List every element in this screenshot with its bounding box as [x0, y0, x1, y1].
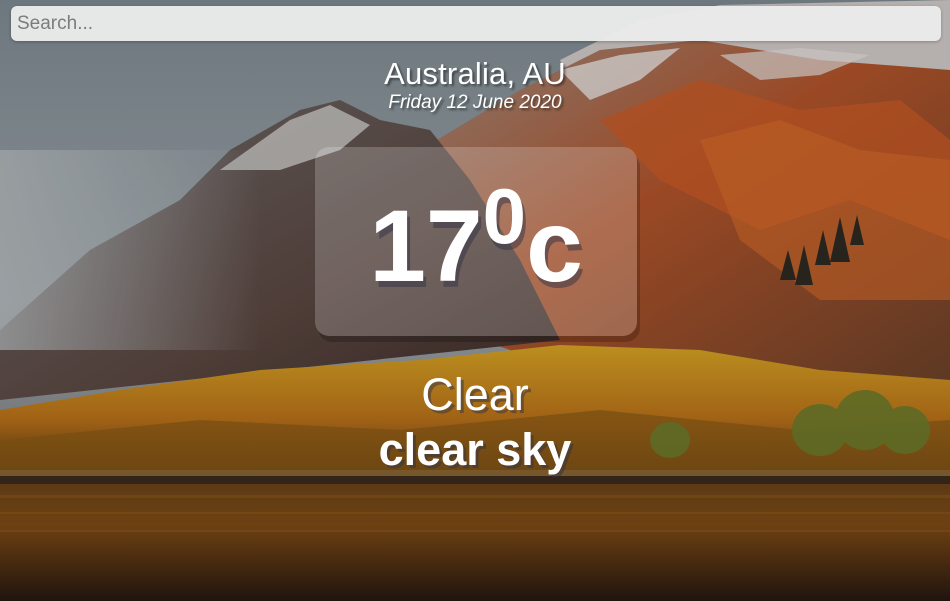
weather-app: Australia, AU Friday 12 June 2020 170c C…	[0, 0, 950, 601]
weather-description: clear sky	[378, 424, 572, 475]
temperature-unit: c	[526, 188, 583, 303]
temperature-display: 170c	[369, 177, 583, 297]
temperature-card: 170c	[315, 147, 637, 336]
current-date: Friday 12 June 2020	[388, 92, 562, 113]
search-bar	[11, 6, 941, 41]
degree-symbol: 0	[482, 171, 527, 260]
location-name: Australia, AU	[384, 56, 566, 91]
search-input[interactable]	[11, 6, 941, 41]
weather-condition: Clear	[421, 369, 529, 420]
temperature-value: 17	[369, 188, 483, 303]
